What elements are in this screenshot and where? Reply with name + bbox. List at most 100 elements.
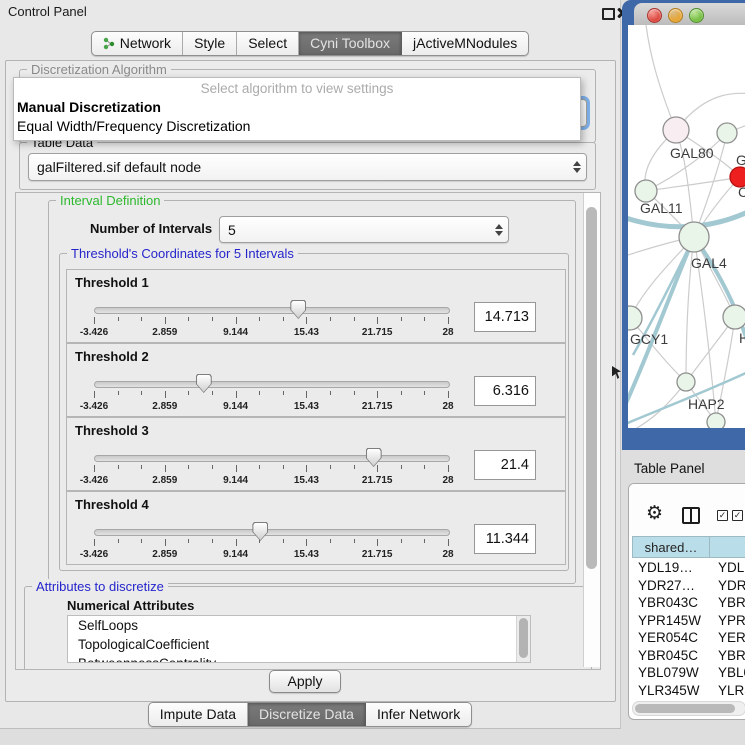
split-columns-icon[interactable] <box>682 507 700 524</box>
column-header[interactable]: shared… <box>632 536 710 558</box>
table-row[interactable]: YBR045CYBR0 <box>632 647 745 665</box>
network-node-green[interactable] <box>723 305 745 329</box>
slider-tick <box>306 391 307 398</box>
attribute-item[interactable]: BetweennessCentrality <box>68 654 530 663</box>
tab-infer-network[interactable]: Infer Network <box>366 703 471 726</box>
slider-tick <box>306 465 307 472</box>
threshold-value-field[interactable]: 6.316 <box>474 376 536 406</box>
slider-tick-label: 2.859 <box>152 549 177 560</box>
table-cell: YBR045C <box>632 647 712 665</box>
network-view-window: GAL80GACGAL11GAL4GCY1HHAP2 <box>622 0 745 450</box>
slider-tick <box>401 465 402 469</box>
attribute-item[interactable]: SelfLoops <box>68 616 530 635</box>
network-node-label: GAL80 <box>670 145 714 161</box>
slider-tick-label: 21.715 <box>362 327 393 338</box>
slider-tick <box>236 391 237 398</box>
numerical-attributes-list[interactable]: SelfLoopsTopologicalCoefficientBetweenne… <box>67 615 531 663</box>
slider-track[interactable] <box>94 307 450 314</box>
network-node-green[interactable] <box>717 123 737 143</box>
slider-tick <box>212 539 213 543</box>
tab-select[interactable]: Select <box>237 32 299 55</box>
slider-tick <box>401 391 402 395</box>
tab-impute-data[interactable]: Impute Data <box>149 703 248 726</box>
slider-track[interactable] <box>94 455 450 462</box>
table-scrollbar-thumb[interactable] <box>635 704 735 713</box>
float-window-icon[interactable] <box>602 8 615 20</box>
table-row[interactable]: YLR345WYLR3 <box>632 682 745 700</box>
threshold-value-field[interactable]: 14.713 <box>474 302 536 332</box>
slider-tick-label: 9.144 <box>223 401 248 412</box>
thresholds-group: Threshold's Coordinates for 5 Intervals … <box>59 253 569 571</box>
network-node-green[interactable] <box>635 180 657 202</box>
tab-network[interactable]: Network <box>92 32 183 55</box>
gear-icon[interactable]: ⚙ <box>646 504 663 523</box>
apply-button[interactable]: Apply <box>269 670 341 693</box>
number-of-intervals-combobox[interactable]: 5 <box>219 216 509 243</box>
tab-style[interactable]: Style <box>183 32 237 55</box>
bottom-tabs-control: Impute DataDiscretize DataInfer Network <box>148 702 472 727</box>
slider-tick <box>236 317 237 324</box>
table-horizontal-scrollbar[interactable] <box>632 701 745 716</box>
attributes-scrollbar-thumb[interactable] <box>519 618 528 658</box>
slider-thumb[interactable] <box>290 300 306 319</box>
attributes-scrollbar[interactable] <box>516 616 530 662</box>
table-row[interactable]: YBL079WYBL0 <box>632 664 745 682</box>
table-row[interactable]: YDR27…YDR2 <box>632 577 745 595</box>
slider-thumb[interactable] <box>252 522 268 541</box>
close-traffic-light-icon[interactable] <box>647 8 662 23</box>
tab-discretize-data[interactable]: Discretize Data <box>248 703 366 726</box>
slider-tick-label: 9.144 <box>223 475 248 486</box>
table-cell: YDR2 <box>712 577 745 595</box>
table-row[interactable]: YDL19…YDL1 <box>632 559 745 577</box>
table-cell: YER0 <box>712 629 745 647</box>
table-row[interactable]: YPR145WYPR1 <box>632 612 745 630</box>
table-data-combobox[interactable]: galFiltered.sif default node <box>28 153 587 181</box>
slider-tick <box>236 465 237 472</box>
slider-thumb[interactable] <box>196 374 212 393</box>
algorithm-option[interactable]: Manual Discretization <box>17 99 161 115</box>
slider-tick <box>448 391 449 398</box>
slider-tick <box>188 391 189 395</box>
threshold-panel: Threshold 3-3.4262.8599.14415.4321.71528… <box>66 417 566 491</box>
attribute-item[interactable]: TopologicalCoefficient <box>68 635 530 654</box>
slider-tick-label: 28 <box>442 549 453 560</box>
slider-tick <box>330 539 331 543</box>
slider-tick-label: 15.43 <box>294 327 319 338</box>
network-node-green[interactable] <box>628 306 642 330</box>
table-panel-window: ⚙ ✓ ✓ shared… n YDL19…YDL1YDR27…YDR2YBR0… <box>628 483 745 720</box>
panel-scrollbar[interactable] <box>583 193 600 667</box>
threshold-value-field[interactable]: 11.344 <box>474 524 536 554</box>
slider-track[interactable] <box>94 381 450 388</box>
slider-tick-label: -3.426 <box>80 327 108 338</box>
threshold-value-field[interactable]: 21.4 <box>474 450 536 480</box>
slider-tick <box>236 539 237 546</box>
slider-tick <box>188 539 189 543</box>
network-node-pink[interactable] <box>663 117 689 143</box>
checkbox-icon[interactable]: ✓ <box>732 510 743 521</box>
checkbox-icon[interactable]: ✓ <box>717 510 728 521</box>
tab-jactivemnodules[interactable]: jActiveMNodules <box>402 32 528 55</box>
table-row[interactable]: YBR043CYBR0 <box>632 594 745 612</box>
slider-tick <box>283 465 284 469</box>
threshold-panel: Threshold 1-3.4262.8599.14415.4321.71528… <box>66 269 566 343</box>
table-row[interactable]: YER054CYER0 <box>632 629 745 647</box>
slider-tick <box>448 317 449 324</box>
tab-cyni-toolbox[interactable]: Cyni Toolbox <box>299 32 402 55</box>
network-window-titlebar[interactable] <box>634 3 745 26</box>
network-node-green[interactable] <box>677 373 695 391</box>
minimize-traffic-light-icon[interactable] <box>668 8 683 23</box>
slider-track[interactable] <box>94 529 450 536</box>
slider-thumb[interactable] <box>366 448 382 467</box>
network-canvas[interactable]: GAL80GACGAL11GAL4GCY1HHAP2 <box>628 25 745 428</box>
algorithm-option[interactable]: Equal Width/Frequency Discretization <box>17 118 250 134</box>
slider-tick <box>118 317 119 321</box>
zoom-traffic-light-icon[interactable] <box>689 8 704 23</box>
panel-scrollbar-thumb[interactable] <box>586 207 597 569</box>
network-node-green[interactable] <box>707 413 725 428</box>
column-header[interactable]: n <box>710 536 745 558</box>
attributes-group-title: Attributes to discretize <box>32 579 168 594</box>
slider-tick <box>330 465 331 469</box>
table-cell: YBL0 <box>712 664 745 682</box>
network-node-green[interactable] <box>679 222 709 252</box>
slider-tick <box>354 539 355 543</box>
